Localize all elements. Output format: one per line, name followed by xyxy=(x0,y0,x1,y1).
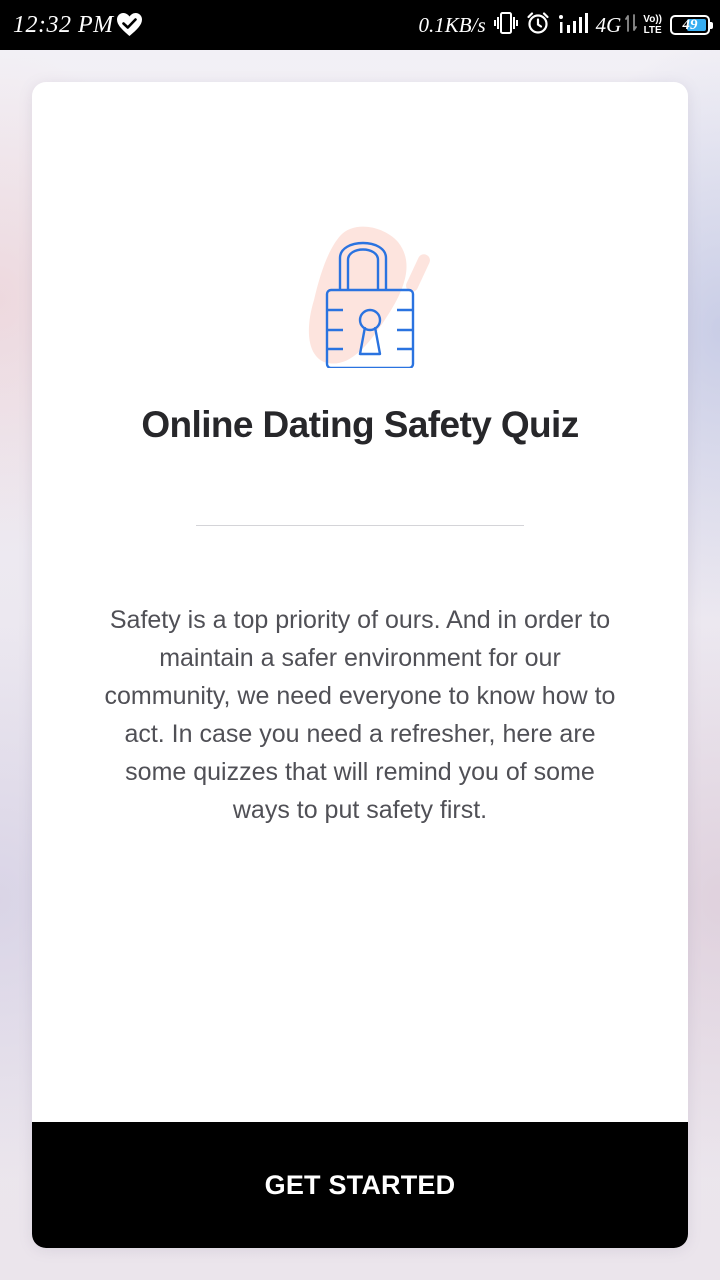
battery-tip xyxy=(710,22,713,29)
volte-top: Vo)) xyxy=(643,14,662,25)
status-time: 12:32 PM xyxy=(13,12,114,38)
heart-check-icon xyxy=(116,12,143,37)
padlock-icon xyxy=(302,218,432,370)
battery-level: 49 xyxy=(682,17,698,33)
page-title: Online Dating Safety Quiz xyxy=(141,404,579,445)
battery-icon: 49 xyxy=(670,15,713,35)
volte-icon: Vo)) LTE xyxy=(643,14,662,36)
vibrate-icon xyxy=(493,11,518,39)
volte-bottom: LTE xyxy=(643,25,662,36)
quiz-description: Safety is a top priority of ours. And in… xyxy=(104,606,616,824)
status-bar: 12:32 PM 0.1KB/s 4G Vo)) LTE 49 xyxy=(0,0,720,50)
alarm-icon xyxy=(526,11,550,40)
network-type: 4G xyxy=(595,13,622,37)
signal-icon xyxy=(558,12,588,39)
status-indicators: 0.1KB/s 4G Vo)) LTE 49 xyxy=(418,10,713,40)
get-started-button[interactable]: GET STARTED xyxy=(32,1122,688,1248)
quiz-card: Online Dating Safety Quiz Safety is a to… xyxy=(32,82,688,1248)
divider xyxy=(196,525,524,526)
net-speed: 0.1KB/s xyxy=(418,13,486,37)
data-arrows-icon xyxy=(625,13,638,38)
